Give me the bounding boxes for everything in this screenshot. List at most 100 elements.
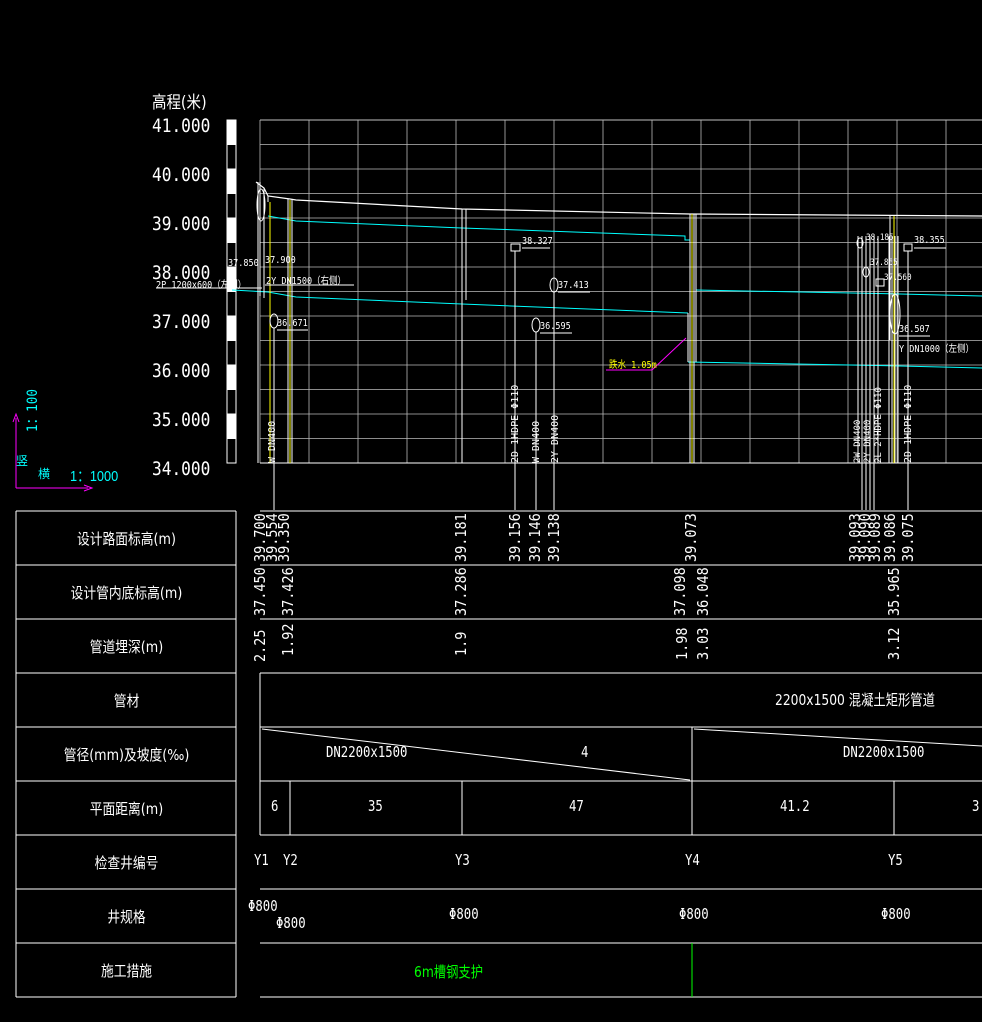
invert-elev-value: 36.048 [694, 567, 712, 616]
depth-value: 3.03 [694, 627, 712, 660]
elev-label: 37.560 [884, 273, 912, 283]
elev-tick: 37.000 [152, 311, 211, 333]
elev-tick: 34.000 [152, 458, 211, 480]
elev-tick: 41.000 [152, 115, 211, 137]
invert-elev-value: 37.286 [452, 567, 470, 616]
row-label-depth: 管道埋深(m) [89, 638, 164, 656]
depth-value: 1.92 [279, 623, 297, 656]
elev-label: 38.327 [522, 236, 553, 247]
construction-measure: 6m槽钢支护 [414, 963, 484, 981]
pipe-crown-line [695, 289, 982, 297]
pipe-invert-line [231, 289, 689, 314]
pipe-vlabel: 2D 1HDPE Φ110 [903, 384, 914, 463]
ruler-segment [227, 217, 236, 243]
road-surface-line [255, 181, 982, 217]
distance-value: 3 [972, 797, 980, 815]
slope-value: 4 [581, 743, 589, 761]
pipe-vlabel: 2Y DN400 [863, 419, 873, 463]
well-spec: Φ800 [276, 914, 306, 932]
road-elev-value: 39.350 [275, 513, 293, 562]
pipe-label: 2P 1200x600（左侧） [156, 280, 247, 291]
pipe-vlabel: 2D 1HDPE Φ110 [510, 384, 521, 463]
well-spec: Φ800 [248, 897, 278, 915]
well-spec: Φ800 [449, 905, 479, 923]
row-label-size-slope: 管径(mm)及坡度(‰) [63, 746, 190, 764]
pipe-section [531, 317, 541, 333]
depth-value: 2.25 [251, 629, 269, 662]
road-elev-value: 39.146 [526, 513, 544, 562]
elev-tick: 40.000 [152, 164, 211, 186]
pipe-vlabel: 2W DN400 [853, 419, 863, 463]
row-label-measure: 施工措施 [100, 962, 152, 980]
ruler-segment [227, 364, 236, 390]
elev-label: 37.413 [558, 280, 589, 291]
elev-label: 38.355 [914, 235, 945, 246]
road-elev-value: 39.181 [452, 513, 470, 562]
road-elev-value: 39.075 [899, 513, 917, 562]
pipe-vlabel: W DN400 [531, 420, 542, 463]
pipe-vlabel: 2L 2*HDPE Φ110 [874, 387, 884, 463]
row-label-road-elev: 设计路面标高(m) [77, 530, 176, 548]
distance-value: 6 [271, 797, 279, 815]
elev-label: 37.865 [870, 258, 898, 268]
elevation-grid [226, 119, 982, 464]
road-elev-value: 39.073 [682, 513, 700, 562]
vertical-scale: 1：100 [25, 389, 41, 432]
horizontal-scale-label: 横 [38, 467, 51, 481]
pipe-vlabel: 2Y DN400 [550, 414, 561, 463]
well-number: Y2 [283, 851, 298, 869]
row-label-material: 管材 [113, 692, 140, 710]
axis-title: 高程(米) [152, 93, 207, 113]
elev-label: 37.850 [228, 258, 259, 269]
distance-value: 35 [368, 797, 383, 815]
ruler-segment [227, 315, 236, 341]
well-number: Y5 [888, 851, 903, 869]
elev-label: 37.900 [265, 255, 296, 266]
pipe-label: Y DN1000（左侧） [899, 344, 974, 355]
pipe-label: 2Y DN1500（右侧） [266, 276, 347, 287]
pipe-vlabel: W DN400 [267, 420, 278, 463]
ruler-segment [227, 168, 236, 194]
elev-label: 36.595 [540, 321, 571, 332]
road-elev-value: 39.156 [506, 513, 524, 562]
invert-elev-value: 35.965 [885, 567, 903, 616]
depth-value: 3.12 [885, 627, 903, 660]
well-number: Y4 [685, 851, 700, 869]
pipe-section [903, 243, 913, 252]
row-label-invert-elev: 设计管内底标高(m) [70, 584, 183, 602]
well-spec: Φ800 [881, 905, 911, 923]
ruler-segment [227, 119, 236, 145]
well-spec: Φ800 [679, 905, 709, 923]
ruler-segment [227, 413, 236, 439]
elev-label: 36.507 [899, 324, 930, 335]
vertical-scale-label: 竖 [16, 454, 29, 468]
size-value: DN2200x1500 [326, 743, 408, 761]
elev-label: 36.671 [277, 318, 308, 329]
size-value: DN2200x1500 [843, 743, 925, 761]
depth-value: 1.9 [452, 631, 470, 656]
invert-elev-value: 37.426 [279, 567, 297, 616]
road-elev-value: 39.086 [881, 513, 899, 562]
elev-tick: 35.000 [152, 409, 211, 431]
pipe-section [510, 243, 521, 252]
road-elev-value: 39.138 [545, 513, 563, 562]
row-label-distance: 平面距离(m) [89, 800, 164, 818]
distance-value: 47 [569, 797, 584, 815]
horizontal-scale: 1：1000 [70, 468, 119, 485]
well-number: Y1 [254, 851, 269, 869]
row-label-well-no: 检查井编号 [94, 854, 159, 872]
elev-label: 38.185 [866, 233, 894, 243]
drop-label: 跌水 1.05m [609, 360, 657, 371]
invert-elev-value: 37.450 [251, 567, 269, 616]
slope-diagonal [693, 728, 982, 747]
distance-value: 41.2 [780, 797, 810, 815]
invert-elev-value: 37.098 [671, 567, 689, 616]
row-label-well-spec: 井规格 [107, 908, 146, 926]
elev-tick: 36.000 [152, 360, 211, 382]
pipe-crown-line [267, 215, 690, 241]
pipe-section [875, 278, 885, 287]
well-number: Y3 [455, 851, 470, 869]
depth-value: 1.98 [673, 627, 691, 660]
elev-tick: 39.000 [152, 213, 211, 235]
material-value: 2200x1500 混凝土矩形管道 [775, 691, 935, 709]
